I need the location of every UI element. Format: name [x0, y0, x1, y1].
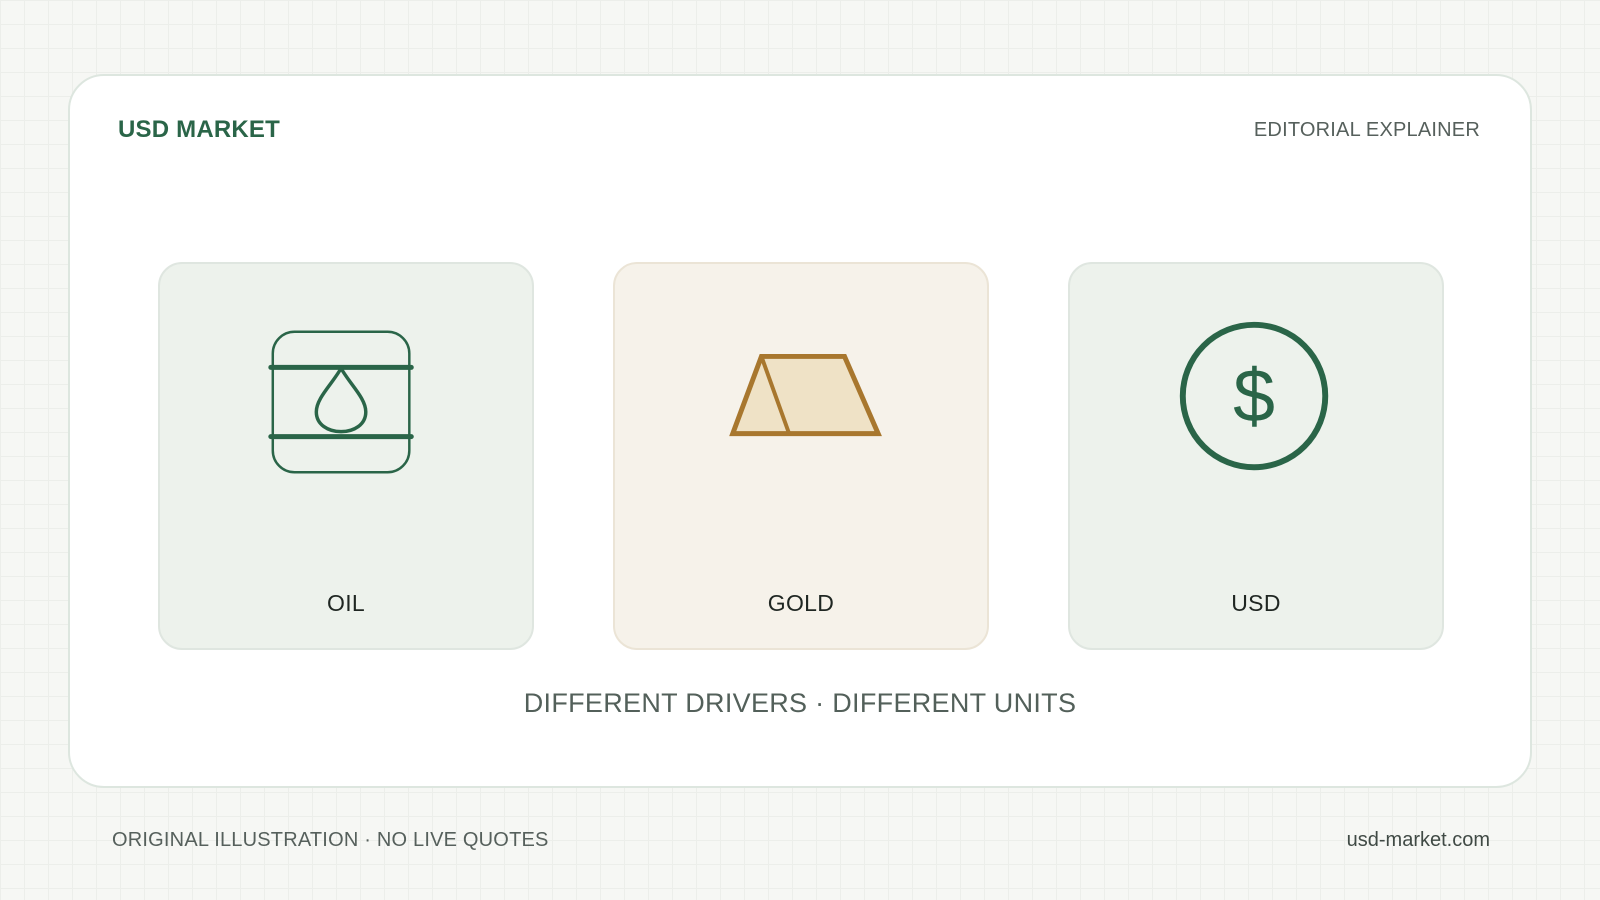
section-kicker: EDITORIAL EXPLAINER — [1253, 119, 1480, 141]
tagline: DIFFERENT DRIVERS · DIFFERENT UNITS — [523, 688, 1077, 718]
gold-label: GOLD — [767, 590, 835, 616]
dollar-sign-glyph: $ — [1233, 354, 1275, 438]
usd-tile: $ USD — [1068, 262, 1444, 650]
dollar-coin-icon: $ — [1179, 321, 1329, 471]
usd-label: USD — [1231, 590, 1281, 616]
oil-tile: OIL — [158, 262, 534, 650]
brand-logo[interactable]: USD MARKET — [118, 116, 280, 144]
footer-note: ORIGINAL ILLUSTRATION · NO LIVE QUOTES — [112, 829, 549, 851]
oil-barrel-icon — [268, 330, 414, 474]
gold-bar-icon — [729, 353, 882, 437]
oil-label: OIL — [327, 590, 365, 616]
footer-site-link[interactable]: usd-market.com — [1347, 829, 1490, 852]
gold-tile: GOLD — [613, 262, 989, 650]
